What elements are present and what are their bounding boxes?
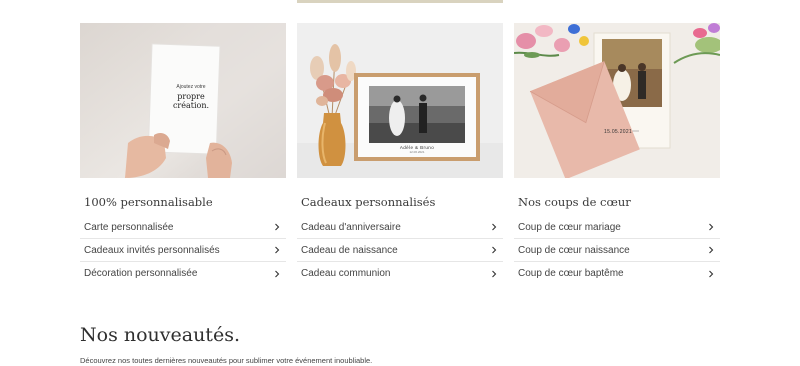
section-description: Découvrez nos toutes dernières nouveauté… <box>80 356 373 365</box>
link-cadeau-communion[interactable]: Cadeau communion <box>297 262 503 285</box>
link-decoration[interactable]: Décoration personnalisée <box>80 262 286 285</box>
link-label: Décoration personnalisée <box>84 268 198 279</box>
card-cadeaux[interactable]: Adèle & Bruno 12.06.2021 Cadeaux personn… <box>297 23 503 285</box>
frame-caption-date: 12.06.2021 <box>409 150 425 154</box>
card-title: Cadeaux personnalisés <box>301 195 436 209</box>
chevron-right-icon <box>492 223 497 231</box>
link-label: Cadeau d'anniversaire <box>301 221 401 233</box>
link-label: Cadeau de naissance <box>301 244 398 256</box>
card-print-line: Ajoutez votre <box>176 84 206 90</box>
card-title: Nos coups de cœur <box>518 195 631 209</box>
invitation-date: 15.05.2021 <box>604 120 644 138</box>
link-label: Carte personnalisée <box>84 221 174 233</box>
category-cards: Ajoutez votre propre création. 100% pers… <box>80 23 720 283</box>
card-image-invitation[interactable]: 15.05.2021 <box>514 23 720 178</box>
link-label: Coup de cœur baptême <box>518 268 624 279</box>
chevron-right-icon <box>709 270 714 277</box>
chevron-right-icon <box>709 246 714 254</box>
chevron-right-icon <box>275 270 280 277</box>
chevron-right-icon <box>709 223 714 231</box>
card-print-line: propre <box>177 92 205 101</box>
card-print-line: création. <box>172 101 210 110</box>
card-personnalisable[interactable]: Ajoutez votre propre création. 100% pers… <box>80 23 286 285</box>
link-label: Coup de cœur naissance <box>518 244 630 256</box>
card-print-text: Ajoutez votre propre création. <box>166 84 216 110</box>
link-list: Coup de cœur mariage Coup de cœur naissa… <box>514 216 720 285</box>
card-image-frame[interactable]: Adèle & Bruno 12.06.2021 <box>297 23 503 178</box>
chevron-right-icon <box>492 246 497 254</box>
card-title: 100% personnalisable <box>84 195 213 209</box>
chevron-right-icon <box>492 270 497 277</box>
link-label: Cadeau communion <box>301 268 391 279</box>
link-cadeau-anniversaire[interactable]: Cadeau d'anniversaire <box>297 216 503 239</box>
chevron-right-icon <box>275 246 280 254</box>
link-coup-bapteme[interactable]: Coup de cœur baptême <box>514 262 720 285</box>
link-carte-personnalisee[interactable]: Carte personnalisée <box>80 216 286 239</box>
link-list: Cadeau d'anniversaire Cadeau de naissanc… <box>297 216 503 285</box>
link-label: Cadeaux invités personnalisés <box>84 244 220 256</box>
card-coups-de-coeur[interactable]: 15.05.2021 Nos coups de cœur Coup de cœu… <box>514 23 720 285</box>
invitation-date-text: 15.05.2021 <box>604 129 633 135</box>
chevron-right-icon <box>275 223 280 231</box>
card-image-custom-card[interactable]: Ajoutez votre propre création. <box>80 23 286 178</box>
link-coup-naissance[interactable]: Coup de cœur naissance <box>514 239 720 262</box>
link-coup-mariage[interactable]: Coup de cœur mariage <box>514 216 720 239</box>
link-label: Coup de cœur mariage <box>518 221 621 233</box>
link-cadeau-naissance[interactable]: Cadeau de naissance <box>297 239 503 262</box>
top-accent-strip <box>297 0 503 3</box>
section-title: Nos nouveautés. <box>80 324 240 346</box>
link-cadeaux-invites[interactable]: Cadeaux invités personnalisés <box>80 239 286 262</box>
frame-caption: Adèle & Bruno 12.06.2021 <box>358 145 476 154</box>
link-list: Carte personnalisée Cadeaux invités pers… <box>80 216 286 285</box>
